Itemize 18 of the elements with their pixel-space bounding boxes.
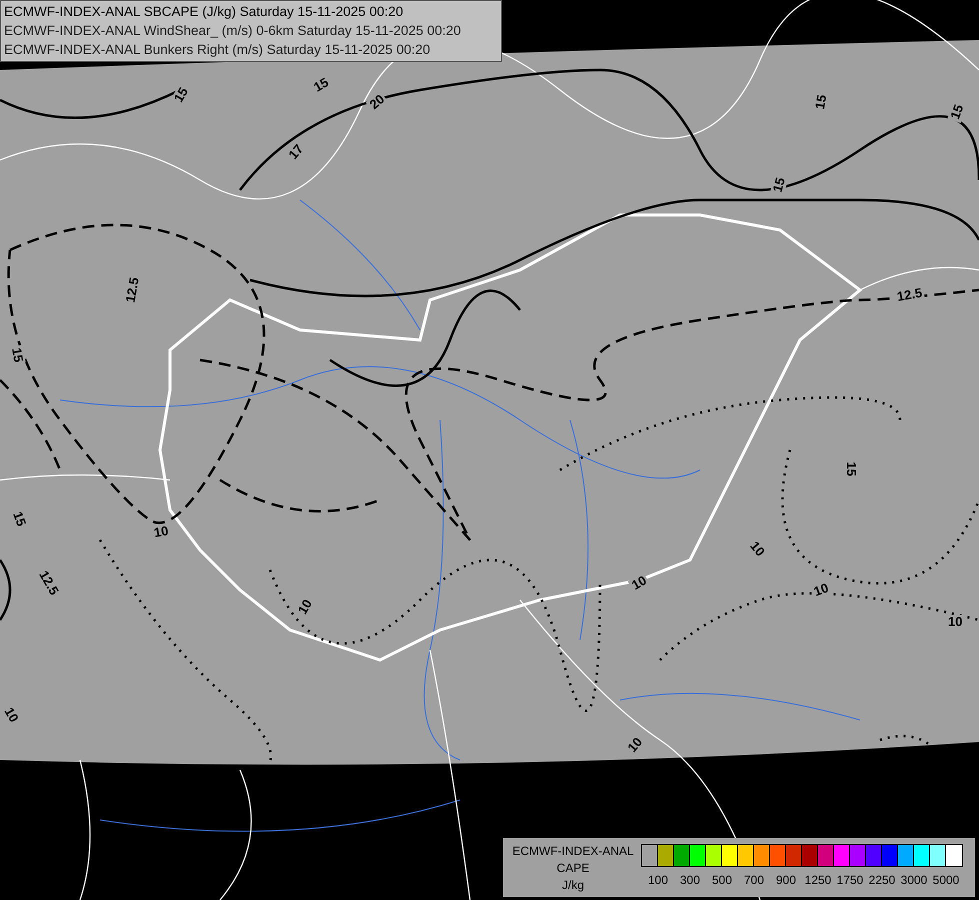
scale-label: 1750: [836, 873, 864, 887]
scale-label: 2250: [868, 873, 896, 887]
contour-label: 10: [946, 615, 964, 629]
map-title: ECMWF-INDEX-ANAL Bunkers Right (m/s) Saturday 15-11-2025 00:20: [4, 41, 432, 59]
legend-title-line: ECMWF-INDEX-ANAL: [511, 843, 635, 860]
legend-title-line: J/kg: [560, 877, 585, 894]
map-title: ECMWF-INDEX-ANAL WindShear_ (m/s) 0-6km Saturday 15-11-2025 00:20: [4, 22, 462, 40]
map-title: ECMWF-INDEX-ANAL SBCAPE (J/kg) Saturday 15-11-2025 00:20: [4, 3, 404, 21]
contour-label: 15: [844, 460, 858, 478]
legend-title-line: CAPE: [556, 860, 590, 877]
scale-label: 700: [742, 873, 766, 887]
scale-label: 900: [774, 873, 798, 887]
scale-label: 1250: [804, 873, 832, 887]
scale-label: 500: [710, 873, 734, 887]
scale-label: 3000: [900, 873, 928, 887]
scale-label: 100: [646, 873, 670, 887]
scale-label: 300: [678, 873, 702, 887]
scale-label: 5000: [932, 873, 960, 887]
